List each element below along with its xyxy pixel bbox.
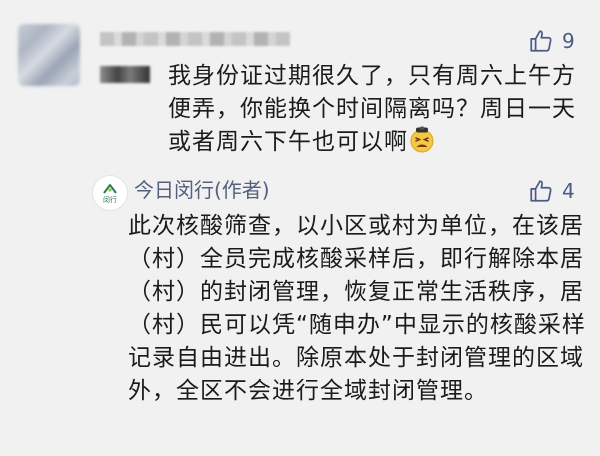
mention-blurred [100, 66, 150, 83]
author-avatar[interactable]: 闵行 [92, 175, 128, 211]
commenter-avatar-blurred[interactable] [18, 24, 80, 86]
comment-body: 我身份证过期很久了，只有周六上午方便弄，你能换个时间隔离吗？周日一天或者周六下午… [168, 60, 588, 159]
minhang-logo-icon [103, 183, 117, 194]
author-avatar-label: 闵行 [103, 195, 117, 204]
reply-like-button[interactable]: 4 [528, 178, 575, 204]
comment-text: 我身份证过期很久了，只有周六上午方便弄，你能换个时间隔离吗？周日一天或者周六下午… [168, 63, 576, 155]
reply-body: 此次核酸筛查，以小区或村为单位，在该居（村）全员完成核酸采样后，即行解除本居（村… [128, 213, 586, 404]
tired-face-emoji-icon [410, 126, 434, 153]
reply-author-name[interactable]: 今日闵行(作者) [134, 176, 270, 204]
reply-like-count: 4 [562, 179, 575, 203]
commenter-name-blurred [100, 32, 290, 46]
thumbs-up-icon [530, 180, 552, 202]
comment-like-button[interactable]: 9 [528, 28, 575, 54]
comment-like-count: 9 [562, 29, 575, 53]
thumbs-up-icon [530, 30, 552, 52]
